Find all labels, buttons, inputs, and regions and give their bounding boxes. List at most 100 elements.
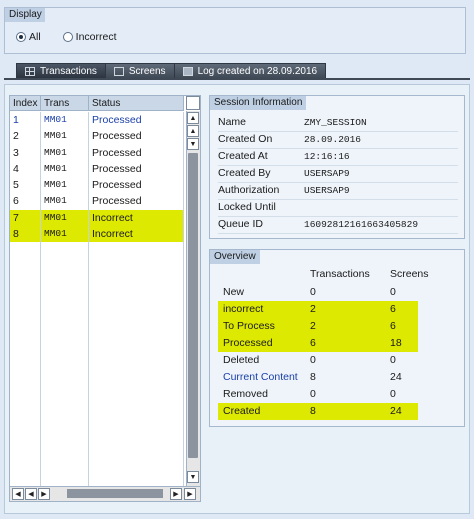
session-field-label: Created By [218, 167, 271, 179]
table-row[interactable]: 6 MM01 Processed [10, 193, 184, 210]
tab-screens[interactable]: Screens [104, 63, 175, 78]
session-field-value: 16092812161663405829 [304, 219, 419, 230]
session-field-label: Created On [218, 133, 273, 145]
scroll-right-icon[interactable]: ▶ [170, 488, 182, 500]
cell-status: Processed [89, 160, 184, 178]
column-header-index[interactable]: Index [10, 96, 41, 111]
empty-cell [41, 274, 89, 292]
empty-cell [41, 405, 89, 422]
empty-cell [89, 274, 184, 292]
table-body: 1 MM01 Processed 2 MM01 Processed 3 MM01 Process… [10, 112, 184, 487]
overview-row-transactions: 0 [310, 286, 316, 298]
overview-row-label: Current Content [223, 371, 298, 383]
log-icon [182, 66, 193, 76]
scroll-page-down-icon[interactable]: ▼ [187, 138, 199, 150]
scroll-up-icon[interactable]: ▲ [187, 112, 199, 124]
empty-table-row [10, 437, 184, 455]
horizontal-scrollbar[interactable]: ◀ ◀ ▶ ▶ ▶ [10, 486, 200, 501]
empty-cell [10, 389, 41, 406]
overview-header-transactions: Transactions [310, 268, 370, 280]
empty-cell [10, 274, 41, 292]
radio-all[interactable] [16, 32, 26, 42]
table-row[interactable]: 7 MM01 Incorrect [10, 209, 184, 227]
empty-cell [41, 372, 89, 390]
overview-row-label: Removed [223, 388, 268, 400]
overview-row-screens: 0 [390, 388, 396, 400]
table-row[interactable]: 1 MM01 Processed [10, 112, 184, 129]
empty-table-row [10, 372, 184, 390]
cell-status: Processed [89, 144, 184, 161]
scroll-end-icon[interactable]: ▶ [184, 488, 196, 500]
empty-cell [10, 323, 41, 341]
empty-cell [41, 340, 89, 357]
overview-row: Current Content 8 24 [218, 369, 418, 386]
empty-cell [89, 437, 184, 455]
table-row[interactable]: 8 MM01 Incorrect [10, 226, 184, 243]
overview-row-screens: 0 [390, 286, 396, 298]
tab-transactions-label: Transactions [40, 65, 97, 77]
overview-row-transactions: 2 [310, 320, 316, 332]
cell-status: Processed [89, 193, 184, 210]
overview-row-screens: 6 [390, 303, 396, 315]
empty-table-row [10, 454, 184, 471]
empty-cell [89, 421, 184, 438]
session-field-value: USERSAP9 [304, 168, 350, 179]
empty-cell [10, 340, 41, 357]
empty-cell [10, 291, 41, 308]
vertical-scroll-thumb[interactable] [188, 153, 198, 458]
table-row[interactable]: 5 MM01 Processed [10, 177, 184, 194]
session-field-row: Name ZMY_SESSION [218, 114, 367, 131]
cell-status: Incorrect [89, 209, 184, 227]
scroll-page-left-icon[interactable]: ◀ [25, 488, 37, 500]
radio-all-label[interactable]: All [29, 31, 41, 43]
session-field-label: Locked Until [218, 201, 276, 213]
empty-cell [10, 372, 41, 390]
empty-cell [89, 372, 184, 390]
scroll-page-up-icon[interactable]: ▲ [187, 125, 199, 137]
cell-index: 6 [10, 193, 41, 210]
scroll-page-right-icon[interactable]: ▶ [38, 488, 50, 500]
tab-log[interactable]: Log created on 28.09.2016 [173, 63, 327, 78]
column-config-button[interactable] [186, 96, 200, 110]
empty-cell [41, 258, 89, 275]
table-header: Index Trans Status [10, 96, 184, 111]
empty-cell [41, 454, 89, 471]
empty-table-row [10, 307, 184, 324]
session-field-row: Created On 28.09.2016 [218, 131, 361, 148]
overview-row-transactions: 2 [310, 303, 316, 315]
empty-cell [89, 340, 184, 357]
radio-incorrect[interactable] [62, 32, 73, 42]
table-row[interactable]: 2 MM01 Processed [10, 128, 184, 145]
horizontal-scroll-thumb[interactable] [67, 489, 163, 498]
session-field-label: Authorization [218, 184, 280, 196]
empty-table-row [10, 356, 184, 373]
empty-cell [41, 242, 89, 259]
cell-trans: MM01 [41, 160, 89, 178]
vertical-scrollbar[interactable]: ▲ ▲ ▼ ▼ [186, 111, 200, 486]
empty-cell [10, 405, 41, 422]
table-row[interactable]: 4 MM01 Processed [10, 160, 184, 178]
overview-row-screens: 24 [390, 405, 402, 417]
scroll-down-icon[interactable]: ▼ [187, 471, 199, 483]
tab-strip: Transactions Screens Log created on 28.0… [16, 63, 327, 78]
tab-transactions[interactable]: Transactions [16, 63, 106, 78]
empty-cell [10, 421, 41, 438]
column-header-trans[interactable]: Trans [41, 96, 89, 111]
table-row[interactable]: 3 MM01 Processed [10, 144, 184, 161]
session-field-row: Locked Until [218, 199, 304, 216]
cell-trans: MM01 [41, 226, 89, 243]
empty-cell [10, 258, 41, 275]
empty-table-row [10, 274, 184, 292]
scroll-left-icon[interactable]: ◀ [12, 488, 24, 500]
display-radio-row: All Incorrect [16, 31, 139, 43]
empty-table-row [10, 258, 184, 275]
empty-cell [89, 323, 184, 341]
table-icon [25, 66, 35, 76]
session-field-row: Queue ID 16092812161663405829 [218, 216, 418, 233]
overview-row-screens: 18 [390, 337, 402, 349]
column-header-status[interactable]: Status [89, 96, 184, 111]
session-field-label: Name [218, 116, 247, 128]
empty-cell [41, 470, 89, 487]
empty-table-row [10, 470, 184, 487]
radio-incorrect-label[interactable]: Incorrect [76, 31, 117, 43]
